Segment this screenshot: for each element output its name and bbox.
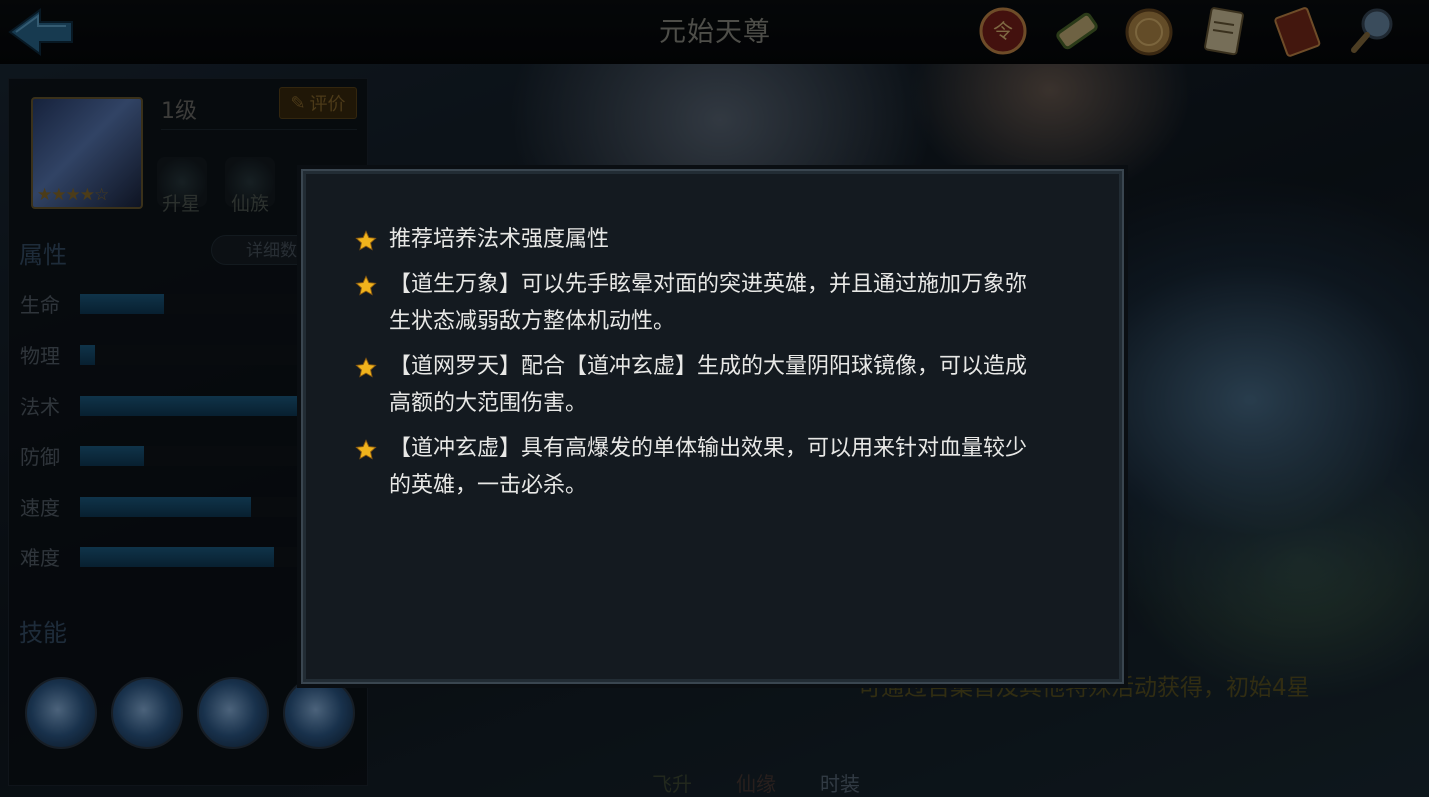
tip-item: 【道生万象】可以先手眩晕对面的突进英雄，并且通过施加万象弥生状态减弱敌方整体机动… (355, 266, 1035, 340)
hero-tips-dialog[interactable]: 推荐培养法术强度属性【道生万象】可以先手眩晕对面的突进英雄，并且通过施加万象弥生… (301, 169, 1124, 684)
tip-text: 推荐培养法术强度属性 (389, 227, 610, 252)
star-icon (355, 357, 377, 378)
star-icon (355, 230, 377, 251)
tip-text: 【道冲玄虚】具有高爆发的单体输出效果，可以用来针对血量较少的英雄，一击必杀。 (389, 436, 1028, 498)
star-icon (355, 439, 377, 460)
tips-list: 推荐培养法术强度属性【道生万象】可以先手眩晕对面的突进英雄，并且通过施加万象弥生… (355, 221, 1035, 512)
tip-item: 【道冲玄虚】具有高爆发的单体输出效果，可以用来针对血量较少的英雄，一击必杀。 (355, 430, 1035, 504)
star-icon (355, 275, 377, 296)
tip-item: 【道网罗天】配合【道冲玄虚】生成的大量阴阳球镜像，可以造成高额的大范围伤害。 (355, 348, 1035, 422)
tip-item: 推荐培养法术强度属性 (355, 221, 1035, 258)
tip-text: 【道网罗天】配合【道冲玄虚】生成的大量阴阳球镜像，可以造成高额的大范围伤害。 (389, 354, 1028, 416)
tip-text: 【道生万象】可以先手眩晕对面的突进英雄，并且通过施加万象弥生状态减弱敌方整体机动… (389, 272, 1028, 334)
